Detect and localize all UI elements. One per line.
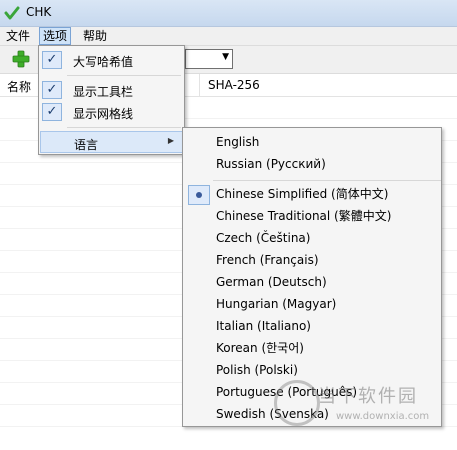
menu-item-label: 语言: [74, 138, 99, 152]
menu-file[interactable]: 文件: [3, 28, 33, 44]
menu-item-label: 显示工具栏: [73, 85, 134, 99]
menu-item-show-toolbar[interactable]: ✓ 显示工具栏: [40, 79, 183, 101]
chevron-right-icon: ▶: [167, 136, 174, 145]
menu-separator: [67, 75, 181, 76]
language-french[interactable]: French (Français): [216, 249, 319, 271]
menu-item-label: 显示网格线: [73, 107, 134, 121]
check-icon: ✓: [42, 103, 62, 121]
watermark-name: 当下软件园: [318, 386, 418, 407]
column-header-hash[interactable]: SHA-256: [208, 78, 260, 92]
title-bar: CHK: [0, 0, 457, 27]
language-italian[interactable]: Italian (Italiano): [216, 315, 311, 337]
language-russian[interactable]: Russian (Русский): [216, 153, 326, 175]
options-menu: ✓ 大写哈希值 ✓ 显示工具栏 ✓ 显示网格线 语言 ▶: [38, 45, 185, 155]
check-icon: ✓: [42, 51, 62, 69]
menu-item-language[interactable]: 语言 ▶: [40, 131, 183, 153]
add-icon[interactable]: [12, 50, 30, 68]
language-polish[interactable]: Polish (Polski): [216, 359, 298, 381]
menu-item-uppercase-hash[interactable]: ✓ 大写哈希值: [40, 49, 183, 71]
watermark-url: www.downxia.com: [336, 411, 430, 422]
menu-separator: [213, 180, 441, 181]
language-hungarian[interactable]: Hungarian (Magyar): [216, 293, 336, 315]
language-korean[interactable]: Korean (한국어): [216, 337, 304, 359]
check-icon: ✓: [42, 81, 62, 99]
language-chinese-simplified[interactable]: Chinese Simplified (简体中文): [216, 183, 388, 205]
menu-options[interactable]: 选项: [39, 27, 72, 45]
checkmark-app-icon: [4, 6, 20, 20]
radio-selected-icon: [188, 185, 210, 205]
menu-item-label: 大写哈希值: [73, 55, 134, 69]
hash-type-select[interactable]: ▼: [185, 49, 233, 69]
menu-bar: 文件 选项 帮助: [0, 27, 457, 46]
language-chinese-traditional[interactable]: Chinese Traditional (繁體中文): [216, 205, 391, 227]
menu-item-show-gridlines[interactable]: ✓ 显示网格线: [40, 101, 183, 123]
language-german[interactable]: German (Deutsch): [216, 271, 327, 293]
chevron-down-icon: ▼: [222, 52, 229, 62]
column-header-name[interactable]: 名称: [7, 78, 31, 95]
menu-separator: [67, 127, 181, 128]
column-divider[interactable]: [199, 74, 200, 96]
menu-help[interactable]: 帮助: [80, 28, 110, 44]
window-title: CHK: [26, 5, 52, 19]
language-czech[interactable]: Czech (Čeština): [216, 227, 310, 249]
watermark-logo: [274, 380, 320, 426]
language-english[interactable]: English: [216, 131, 259, 153]
